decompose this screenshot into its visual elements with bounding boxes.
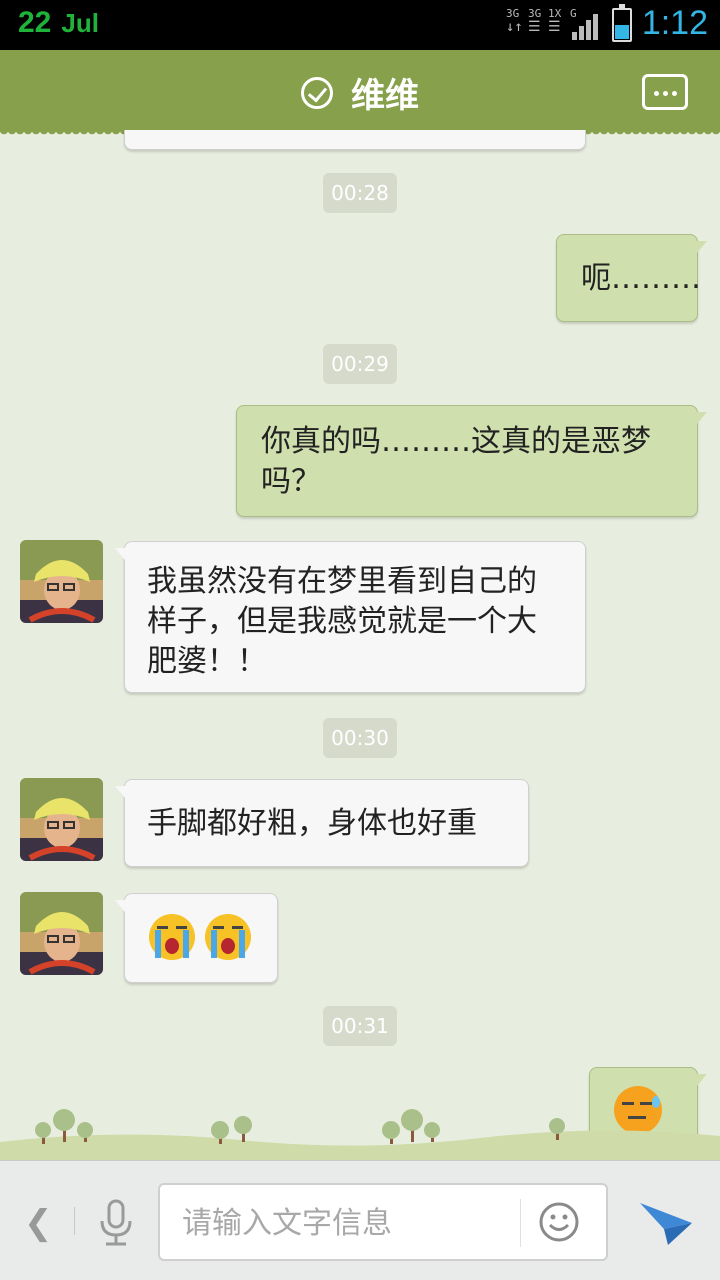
message-input[interactable] xyxy=(182,1199,502,1247)
message-text: 我虽然没有在梦里看到自己的样子，但是我感觉就是一个大肥婆！！ xyxy=(147,564,537,679)
message-bubble-incoming[interactable]: 我虽然没有在梦里看到自己的样子，但是我感觉就是一个大肥婆！！ xyxy=(115,541,586,693)
more-dots-icon xyxy=(654,91,659,96)
message-bubble-outgoing[interactable]: 呃……… xyxy=(556,234,707,322)
chevron-left-icon[interactable]: ❮ xyxy=(24,1203,53,1243)
status-bar: 22 Jul 3G 3G 1X G ↓↑ ☰ ☰ 1:12 xyxy=(0,0,720,50)
timestamp: 00:30 xyxy=(323,718,397,758)
message-text: 呃……… xyxy=(581,261,701,296)
battery-icon xyxy=(612,4,632,42)
message-list[interactable]: 00:28 呃……… 00:29 你真的吗………这真的是恶梦吗？ 我虽然没有在梦… xyxy=(0,130,720,1160)
message-bubble-outgoing[interactable]: 你真的吗………这真的是恶梦吗？ xyxy=(236,405,707,517)
chat-header: 维维 xyxy=(0,50,720,138)
timestamp: 00:29 xyxy=(323,344,397,384)
smiley-icon[interactable] xyxy=(538,1201,580,1243)
status-month: Jul xyxy=(61,8,99,38)
message-text: 手脚都好粗，身体也好重 xyxy=(147,806,477,841)
signal-strength-icon xyxy=(572,10,602,40)
contact-avatar[interactable] xyxy=(20,892,103,975)
divider xyxy=(74,1207,75,1235)
timestamp: 00:28 xyxy=(323,173,397,213)
message-text: 你真的吗………这真的是恶梦吗？ xyxy=(261,424,651,499)
contact-name: 维维 xyxy=(351,76,419,116)
grass-decoration xyxy=(0,1100,720,1160)
status-time: 1:12 xyxy=(641,4,708,42)
network-1x-label: 1X xyxy=(548,7,562,20)
more-options-button[interactable] xyxy=(642,74,688,110)
microphone-icon[interactable] xyxy=(96,1199,136,1247)
input-bar: ❮ xyxy=(0,1160,720,1280)
network-3g-label: 3G xyxy=(506,7,520,20)
contact-avatar[interactable] xyxy=(20,778,103,861)
message-input-field[interactable] xyxy=(158,1183,608,1261)
message-bubble-incoming[interactable] xyxy=(115,893,278,983)
crying-face-icon xyxy=(149,914,195,960)
message-bubble-incoming[interactable]: 手脚都好粗，身体也好重 xyxy=(115,779,529,867)
crying-face-icon xyxy=(205,914,251,960)
status-date: 22 Jul xyxy=(18,6,99,40)
timestamp: 00:31 xyxy=(323,1006,397,1046)
status-day: 22 xyxy=(18,6,52,39)
network-3g-label-2: 3G xyxy=(528,7,542,20)
contact-avatar[interactable] xyxy=(20,540,103,623)
check-circle-icon xyxy=(301,76,333,109)
send-plane-icon[interactable] xyxy=(638,1195,694,1247)
message-bubble-partial xyxy=(124,130,586,150)
